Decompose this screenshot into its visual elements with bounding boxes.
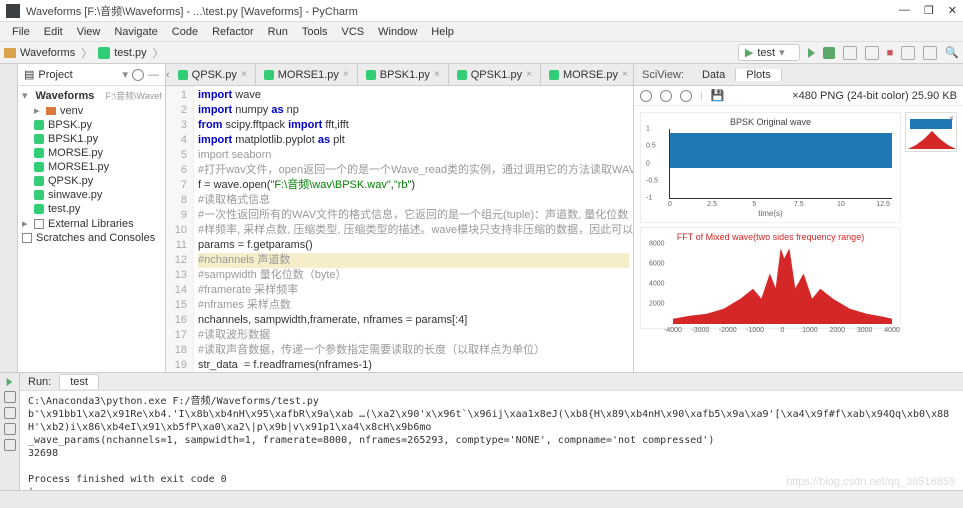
breadcrumb-root[interactable]: Waveforms <box>20 47 75 59</box>
menu-vcs[interactable]: VCS <box>336 24 371 40</box>
left-gutter[interactable] <box>0 64 18 372</box>
breadcrumb: Waveforms 〉 test.py 〉 <box>4 45 166 61</box>
code-editor[interactable]: 12345678910111213141516171819202122 impo… <box>166 86 633 372</box>
menu-tools[interactable]: Tools <box>296 24 334 40</box>
run-button[interactable] <box>808 48 815 58</box>
plot-info: ×480 PNG (24-bit color) 25.90 KB <box>733 90 957 102</box>
run-label: Run: <box>28 376 51 388</box>
project-tree: ▾Waveforms F:\音频\Wavef ▸venv BPSK.py BPS… <box>18 86 165 247</box>
scratch-icon <box>22 233 32 243</box>
tree-file[interactable]: MORSE.py <box>20 146 163 160</box>
max-button[interactable]: ❐ <box>924 4 934 17</box>
tree-file[interactable]: QPSK.py <box>20 174 163 188</box>
run-config-selector[interactable]: ▶ test ▾ <box>738 44 800 61</box>
chart-title: FFT of Mixed wave(two sides frequency ra… <box>645 232 896 242</box>
project-tab-label[interactable]: Project <box>38 69 72 81</box>
tab[interactable]: QPSK.py× <box>170 64 256 85</box>
close-icon[interactable]: × <box>343 69 349 80</box>
menu-code[interactable]: Code <box>166 24 204 40</box>
watermark: https://blog.csdn.net/qq_39516859 <box>786 476 955 488</box>
toolbar-icon[interactable] <box>923 46 937 60</box>
stop-button[interactable]: ■ <box>887 47 894 59</box>
tab[interactable]: MORSE.py× <box>541 64 633 85</box>
run-tool-icon[interactable] <box>4 439 16 451</box>
min-button[interactable]: — <box>899 4 910 17</box>
python-file-icon <box>98 47 110 59</box>
menu-edit[interactable]: Edit <box>38 24 69 40</box>
run-tool-icon[interactable] <box>4 423 16 435</box>
tree-file[interactable]: BPSK1.py <box>20 132 163 146</box>
close-icon[interactable]: × <box>622 69 628 80</box>
gear-icon[interactable] <box>132 69 144 81</box>
save-icon[interactable]: 💾 <box>711 89 725 102</box>
menu-run[interactable]: Run <box>262 24 294 40</box>
stop-button[interactable] <box>4 391 16 403</box>
plot-thumbnail[interactable]: × <box>905 112 957 152</box>
chart-fft: FFT of Mixed wave(two sides frequency ra… <box>640 227 901 329</box>
tree-file[interactable]: sinwave.py <box>20 188 163 202</box>
run-config-name: test <box>757 47 775 59</box>
breadcrumb-sep: 〉 <box>153 45 164 61</box>
close-icon[interactable]: × <box>949 113 954 123</box>
tree-root[interactable]: ▾Waveforms F:\音频\Wavef <box>20 88 163 103</box>
sciview-label: SciView: <box>634 69 692 81</box>
debug-button[interactable] <box>823 47 835 59</box>
chart-bpsk-wave: BPSK Original wave 1 0.5 0 -0.5 -1 0 2.5… <box>640 112 901 223</box>
menu-view[interactable]: View <box>71 24 107 40</box>
breadcrumb-file[interactable]: test.py <box>114 47 146 59</box>
close-icon[interactable]: × <box>241 69 247 80</box>
zoom-fit-icon[interactable] <box>680 90 692 102</box>
chart-title: BPSK Original wave <box>645 117 896 127</box>
zoom-in-icon[interactable] <box>660 90 672 102</box>
tree-file[interactable]: MORSE1.py <box>20 160 163 174</box>
menu-bar: File Edit View Navigate Code Refactor Ru… <box>0 22 963 42</box>
menu-navigate[interactable]: Navigate <box>108 24 163 40</box>
sciview-tab-data[interactable]: Data <box>692 69 736 81</box>
profile-button[interactable] <box>865 46 879 60</box>
close-icon[interactable]: × <box>434 69 440 80</box>
rerun-button[interactable] <box>7 378 13 386</box>
tree-external[interactable]: ▸External Libraries <box>20 216 163 231</box>
breadcrumb-sep: 〉 <box>81 45 92 61</box>
close-icon[interactable]: × <box>526 69 532 80</box>
close-button[interactable]: ✕ <box>948 4 957 17</box>
tab[interactable]: MORSE1.py× <box>256 64 358 85</box>
folder-icon <box>4 48 16 58</box>
run-tab[interactable]: test <box>59 374 99 389</box>
search-icon[interactable]: 🔍 <box>945 46 959 59</box>
tree-file[interactable]: BPSK.py <box>20 118 163 132</box>
tree-file[interactable]: test.py <box>20 202 163 216</box>
sciview-tab-plots[interactable]: Plots <box>736 69 781 81</box>
run-tool-icon[interactable] <box>4 407 16 419</box>
collapse-icon[interactable]: — <box>148 69 159 81</box>
tree-scratch[interactable]: Scratches and Consoles <box>20 231 163 245</box>
menu-refactor[interactable]: Refactor <box>206 24 260 40</box>
pycharm-icon <box>6 4 20 18</box>
zoom-out-icon[interactable] <box>640 90 652 102</box>
coverage-button[interactable] <box>843 46 857 60</box>
status-bar <box>0 490 963 508</box>
x-axis-label: time(s) <box>645 209 896 218</box>
menu-file[interactable]: File <box>6 24 36 40</box>
toolbar-icon[interactable] <box>901 46 915 60</box>
menu-help[interactable]: Help <box>425 24 460 40</box>
editor-tabs: ‹ QPSK.py× MORSE1.py× BPSK1.py× QPSK1.py… <box>166 64 633 86</box>
menu-window[interactable]: Window <box>372 24 423 40</box>
project-tab-icon: ▤ <box>24 68 34 81</box>
tree-venv[interactable]: ▸venv <box>20 103 163 118</box>
tab[interactable]: BPSK1.py× <box>358 64 449 85</box>
tab[interactable]: QPSK1.py× <box>449 64 541 85</box>
window-title: Waveforms [F:\音频\Waveforms] - ...\test.p… <box>26 3 899 19</box>
